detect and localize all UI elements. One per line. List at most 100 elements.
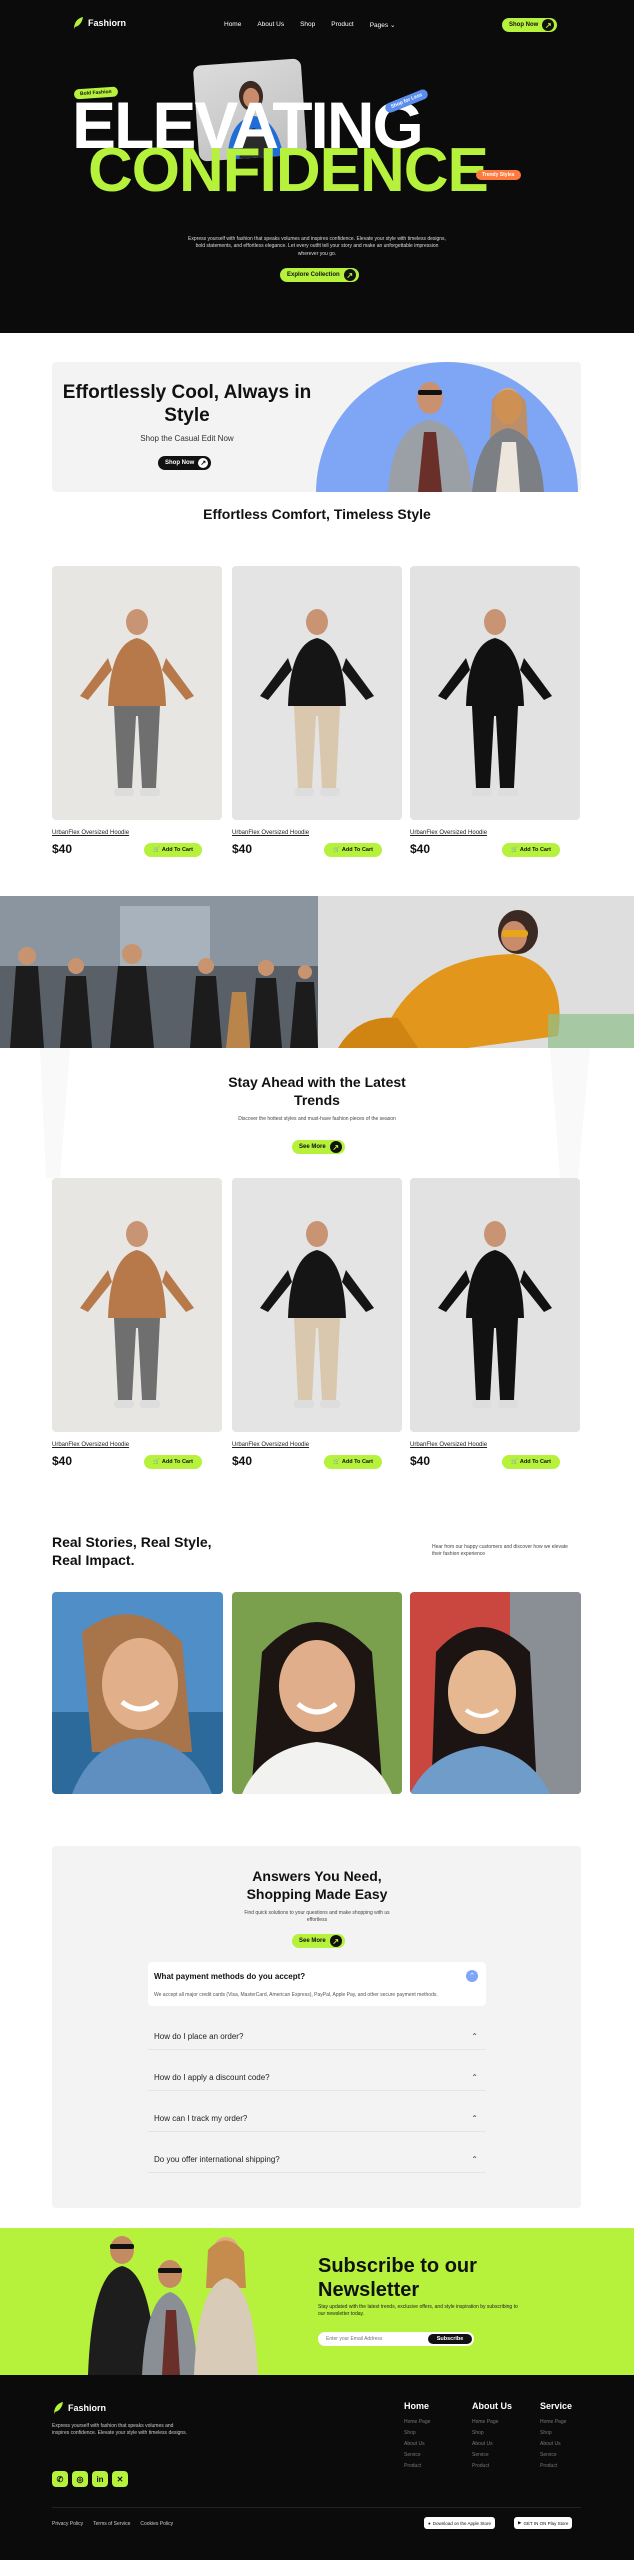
nav-shop[interactable]: Shop — [300, 21, 315, 29]
footer-link[interactable]: About Us — [540, 2441, 561, 2447]
apple-store-button[interactable]: ● Download on the Apple Store — [424, 2517, 496, 2529]
faq-description: Find quick solutions to your questions a… — [244, 1910, 390, 1923]
leaf-logo-icon — [74, 17, 83, 29]
footer-link[interactable]: Service — [404, 2452, 421, 2458]
faq-see-more-button[interactable]: See More ↗ — [292, 1934, 345, 1948]
footer-description: Express yourself with fashion that speak… — [52, 2423, 188, 2436]
faq-open-answer: We accept all major credit cards (Visa, … — [154, 1992, 438, 1998]
product-name[interactable]: UrbanFlex Oversized Hoodie — [52, 1442, 129, 1448]
footer-link[interactable]: Shop — [472, 2430, 484, 2436]
faq-item[interactable]: How do I apply a discount code? ⌃ — [148, 2065, 486, 2091]
product-image[interactable] — [52, 1178, 222, 1432]
product-price: $40 — [52, 842, 73, 856]
faq-item[interactable]: How do I place an order? ⌃ — [148, 2024, 486, 2050]
faq-item[interactable]: Do you offer international shipping? ⌃ — [148, 2147, 486, 2173]
product-name[interactable]: UrbanFlex Oversized Hoodie — [52, 830, 129, 836]
product-price: $40 — [410, 842, 431, 856]
footer-link[interactable]: Home Page — [540, 2419, 566, 2425]
social-x[interactable]: ✕ — [112, 2471, 128, 2487]
social-linkedin[interactable]: in — [92, 2471, 108, 2487]
newsletter-models-image — [88, 2236, 258, 2375]
orange-jacket-photo — [318, 896, 634, 1048]
nav-about[interactable]: About Us — [257, 21, 284, 29]
email-input[interactable] — [326, 2335, 426, 2343]
faq-question: How can I track my order? — [154, 2114, 248, 2123]
faq-question: Do you offer international shipping? — [154, 2155, 280, 2164]
arrow-up-right-icon: ↗ — [329, 1935, 342, 1947]
subscribe-button[interactable]: Subscribe — [428, 2334, 472, 2344]
add-to-cart-button[interactable]: 🛒 Add To Cart — [324, 1455, 382, 1469]
social-instagram[interactable]: ◎ — [72, 2471, 88, 2487]
testimonial-photo-1 — [52, 1592, 223, 1794]
trends-description: Discover the hottest styles and must-hav… — [238, 1116, 396, 1122]
product-name[interactable]: UrbanFlex Oversized Hoodie — [410, 830, 487, 836]
footer-column-title: Home — [404, 2401, 430, 2411]
footer-link[interactable]: About Us — [404, 2441, 425, 2447]
product-image[interactable] — [232, 1178, 402, 1432]
footer-brand[interactable]: Fashiorn — [52, 2401, 106, 2415]
brand-logo[interactable]: Fashiorn — [72, 16, 126, 30]
footer-link[interactable]: Service — [540, 2452, 557, 2458]
terms-link[interactable]: Terms of Service — [93, 2521, 130, 2527]
trends-title: Stay Ahead with the Latest Trends — [228, 1074, 406, 1108]
product-image[interactable] — [410, 1178, 580, 1432]
nav-product[interactable]: Product — [331, 21, 353, 29]
promo-subtitle: Shop the Casual Edit Now — [140, 434, 234, 443]
add-to-cart-button[interactable]: 🛒 Add To Cart — [502, 1455, 560, 1469]
nav-pages[interactable]: Pages ⌄ — [370, 21, 396, 29]
footer-link[interactable]: Shop — [540, 2430, 552, 2436]
hero-heading-line2: CONFIDENCE — [88, 136, 489, 205]
arrow-up-right-icon: ↗ — [542, 19, 555, 31]
cart-icon: 🛒 — [333, 847, 340, 853]
cart-icon: 🛒 — [511, 847, 518, 853]
social-whatsapp[interactable]: ✆ — [52, 2471, 68, 2487]
promo-shop-now-button[interactable]: Shop Now ↗ — [158, 456, 212, 470]
instagram-icon: ◎ — [76, 2474, 84, 2484]
chevron-up-icon[interactable]: ⌃ — [466, 1970, 478, 1982]
newsletter-form: Subscribe — [318, 2332, 474, 2346]
faq-item-open[interactable]: What payment methods do you accept? We a… — [148, 1962, 486, 2006]
testimonials-title: Real Stories, Real Style, Real Impact. — [52, 1534, 212, 1568]
add-to-cart-button[interactable]: 🛒 Add To Cart — [144, 843, 202, 857]
play-store-button[interactable]: ▶ GET IN ON Play Store — [514, 2517, 573, 2529]
footer-divider — [52, 2507, 581, 2508]
product-name[interactable]: UrbanFlex Oversized Hoodie — [410, 1442, 487, 1448]
footer-link[interactable]: Shop — [404, 2430, 416, 2436]
chevron-up-icon: ⌃ — [471, 2032, 478, 2041]
footer-link[interactable]: Home Page — [404, 2419, 430, 2425]
footer-column-title: Service — [540, 2401, 573, 2411]
add-to-cart-button[interactable]: 🛒 Add To Cart — [144, 1455, 202, 1469]
lookbook-banner — [0, 896, 634, 1048]
newsletter-description: Stay updated with the latest trends, exc… — [318, 2304, 518, 2317]
privacy-policy-link[interactable]: Privacy Policy — [52, 2521, 83, 2527]
trends-see-more-button[interactable]: See More ↗ — [292, 1140, 345, 1154]
nav-shop-now-button[interactable]: Shop Now ↗ — [502, 18, 558, 32]
product-name[interactable]: UrbanFlex Oversized Hoodie — [232, 1442, 309, 1448]
product-image[interactable] — [52, 566, 222, 820]
nav-home[interactable]: Home — [224, 21, 241, 29]
faq-item[interactable]: How can I track my order? ⌃ — [148, 2106, 486, 2132]
product-name[interactable]: UrbanFlex Oversized Hoodie — [232, 830, 309, 836]
product-image[interactable] — [232, 566, 402, 820]
footer-link[interactable]: Product — [540, 2463, 557, 2469]
explore-collection-button[interactable]: Explore Collection ↗ — [280, 268, 359, 282]
footer-link[interactable]: About Us — [472, 2441, 493, 2447]
arrow-up-right-icon: ↗ — [329, 1141, 342, 1153]
testimonial-photo-3 — [410, 1592, 581, 1794]
trends-section — [0, 1048, 634, 1178]
product-image[interactable] — [410, 566, 580, 820]
apple-icon: ● — [428, 2520, 431, 2526]
chevron-up-icon: ⌃ — [471, 2155, 478, 2164]
cookies-link[interactable]: Cookies Policy — [140, 2521, 173, 2527]
play-icon: ▶ — [518, 2520, 522, 2525]
footer-link[interactable]: Product — [404, 2463, 421, 2469]
footer-link[interactable]: Product — [472, 2463, 489, 2469]
promo-banner: Effortlessly Cool, Always in Style Shop … — [52, 362, 581, 492]
footer-link[interactable]: Service — [472, 2452, 489, 2458]
main-nav: Home About Us Shop Product Pages ⌄ — [224, 21, 395, 29]
chevron-up-icon: ⌃ — [471, 2073, 478, 2082]
footer-link[interactable]: Home Page — [472, 2419, 498, 2425]
cart-icon: 🛒 — [333, 1459, 340, 1465]
add-to-cart-button[interactable]: 🛒 Add To Cart — [502, 843, 560, 857]
add-to-cart-button[interactable]: 🛒 Add To Cart — [324, 843, 382, 857]
